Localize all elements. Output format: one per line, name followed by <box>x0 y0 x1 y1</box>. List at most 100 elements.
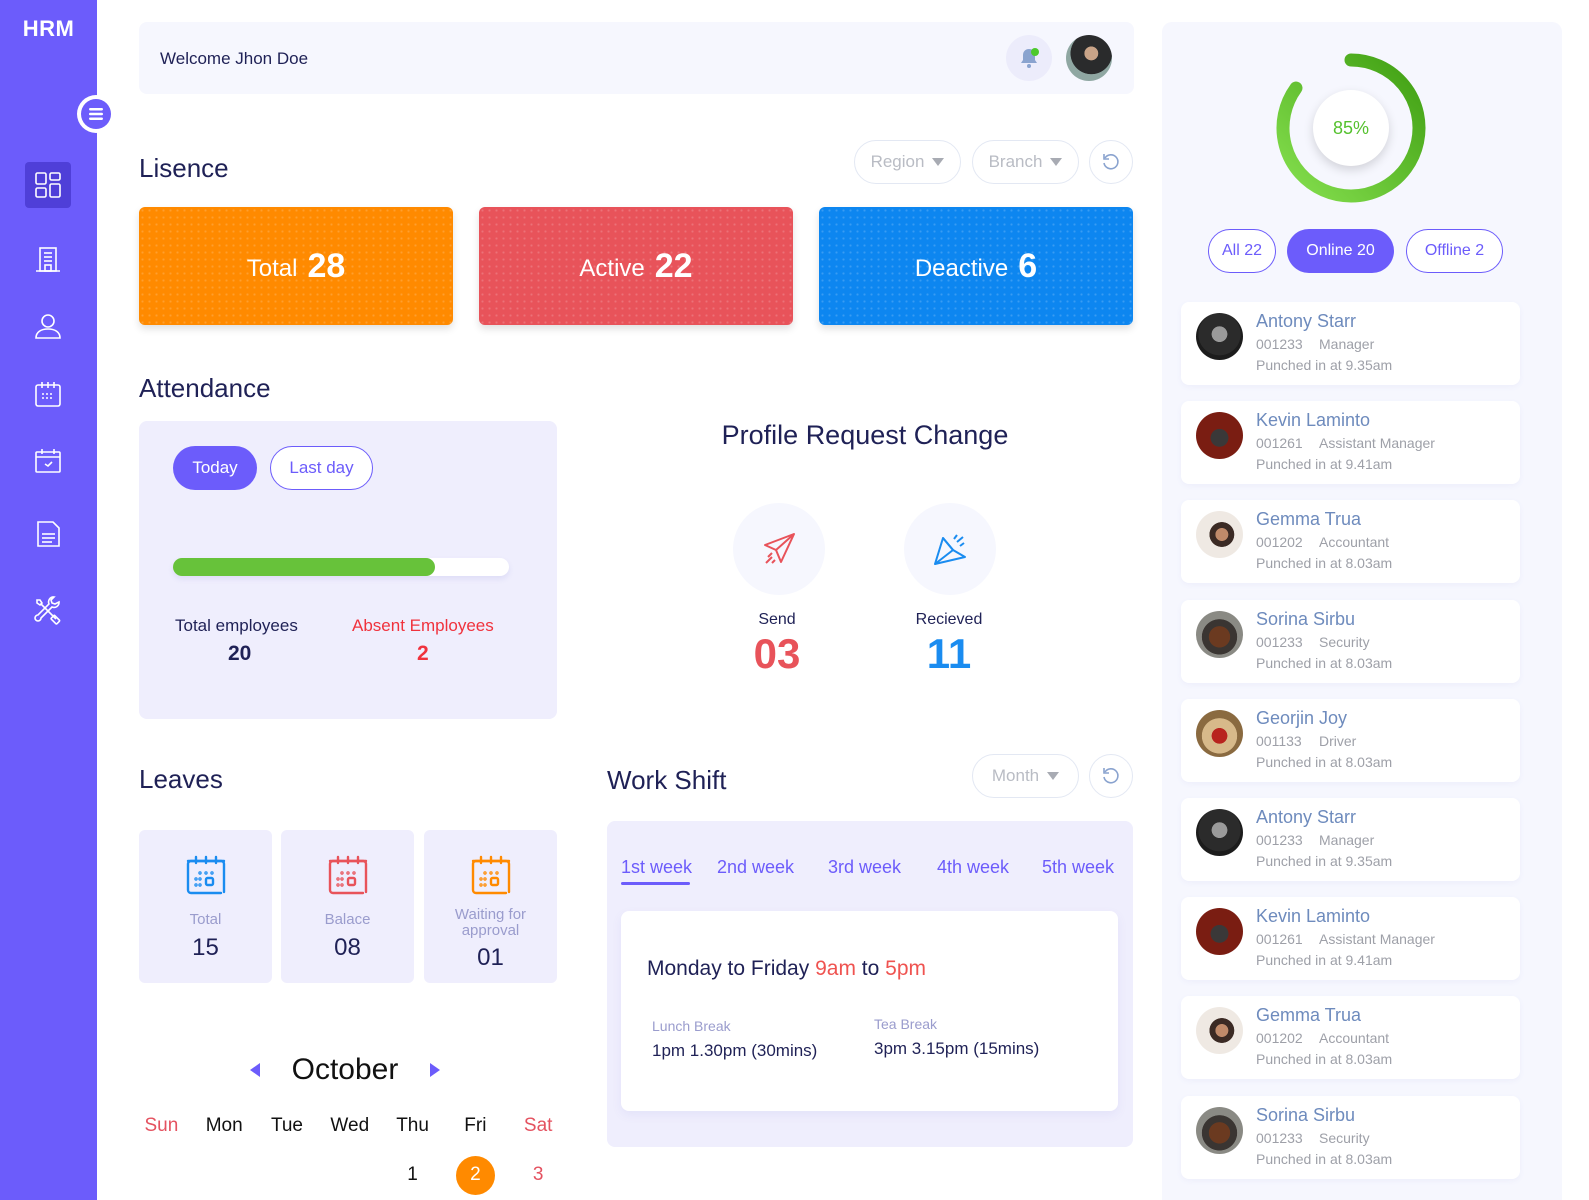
sidebar-item-attendance[interactable] <box>25 438 71 484</box>
calendar-icon <box>35 382 61 407</box>
sidebar-item-employees[interactable] <box>25 303 71 349</box>
branch-select-label: Branch <box>988 152 1043 171</box>
sidebar-item-dashboard[interactable] <box>25 162 71 208</box>
employee-name: Kevin Laminto <box>1256 410 1371 431</box>
licence-deactive-card[interactable]: Deactive 6 <box>819 207 1133 325</box>
employee-name: Georjin Joy <box>1256 707 1348 728</box>
employee-card[interactable]: Antony Starr 001233 Manager Punched in a… <box>1181 798 1520 881</box>
employee-avatar <box>1196 1106 1243 1154</box>
sidebar-item-documents[interactable] <box>25 511 71 557</box>
received-value: 11 <box>926 630 972 677</box>
absent-employees-value: 2 <box>417 642 429 665</box>
employee-punch-time: Punched in at 8.03am <box>1256 1051 1393 1068</box>
next-month-button[interactable] <box>430 1063 440 1077</box>
calendar-check-icon <box>35 449 61 473</box>
employee-name: Gemma Trua <box>1256 1005 1362 1026</box>
licence-active-card[interactable]: Active 22 <box>479 207 793 325</box>
caret-down-icon <box>932 158 945 166</box>
licence-refresh-button[interactable] <box>1089 140 1133 184</box>
employee-card[interactable]: Georjin Joy 001133 Driver Punched in at … <box>1181 698 1520 782</box>
notifications-button[interactable] <box>1006 35 1052 81</box>
employee-role: Driver <box>1319 732 1357 749</box>
licence-card-label: Deactive <box>914 255 1009 282</box>
calendar-day[interactable]: 3 <box>507 1164 570 1186</box>
calendar-day[interactable] <box>318 1164 381 1186</box>
schedule-to: to <box>861 957 880 980</box>
employee-punch-time: Punched in at 9.41am <box>1256 456 1393 473</box>
filter-offline[interactable]: Offline 2 <box>1406 229 1503 273</box>
weekday-label: Sun <box>144 1115 179 1136</box>
sidebar-item-company[interactable] <box>25 236 71 282</box>
previous-month-button[interactable] <box>250 1063 260 1077</box>
user-avatar[interactable] <box>1066 35 1112 81</box>
employee-card[interactable]: Antony Starr 001233 Manager Punched in a… <box>1181 302 1520 385</box>
employee-name: Kevin Laminto <box>1256 906 1371 927</box>
employee-name: Sorina Sirbu <box>1256 1104 1356 1125</box>
paper-plane-received-icon <box>934 534 966 565</box>
calendar-day[interactable]: 1 <box>381 1164 444 1186</box>
licence-total-card[interactable]: Total 28 <box>139 207 453 325</box>
employee-avatar <box>1196 908 1243 956</box>
filter-online[interactable]: Online 20 <box>1287 229 1394 273</box>
attendance-progress-fill <box>173 558 436 576</box>
tea-break-value: 3pm 3.15pm (15mins) <box>874 1039 1040 1058</box>
refresh-icon <box>1103 768 1119 784</box>
leave-card-balance[interactable]: Balace 08 <box>281 830 414 983</box>
leave-card-waiting[interactable]: Waiting for approval 01 <box>424 830 557 983</box>
week-tab-1[interactable]: 1st week <box>621 857 692 878</box>
calendar-week-row: 1 2 3 <box>130 1164 570 1186</box>
hamburger-icon <box>89 108 103 120</box>
send-requests-button[interactable] <box>733 503 825 595</box>
sidebar-item-calendar[interactable] <box>25 372 71 418</box>
branch-select[interactable]: Branch <box>972 140 1079 184</box>
calendar-day[interactable] <box>130 1164 193 1186</box>
dashboard-grid-icon <box>35 172 61 198</box>
document-icon <box>37 521 60 547</box>
employee-name: Gemma Trua <box>1256 509 1362 530</box>
sidebar: HRM <box>0 0 97 1200</box>
attendance-tab-today[interactable]: Today <box>173 446 257 490</box>
attendance-progress-bar <box>173 558 509 576</box>
menu-toggle-button[interactable] <box>77 95 115 133</box>
employee-punch-time: Punched in at 8.03am <box>1256 555 1393 572</box>
employee-card[interactable]: Sorina Sirbu 001233 Security Punched in … <box>1181 1095 1520 1179</box>
welcome-text: Welcome Jhon Doe <box>160 49 309 68</box>
weekday-label: Tue <box>270 1115 304 1136</box>
employee-avatar <box>1196 610 1243 658</box>
week-tab-3[interactable]: 3rd week <box>828 857 901 878</box>
leaves-title: Leaves <box>139 764 223 794</box>
attendance-tab-last-day[interactable]: Last day <box>270 446 373 490</box>
calendar-month-name: October <box>291 1053 399 1086</box>
filter-all[interactable]: All 22 <box>1208 229 1276 273</box>
employee-card[interactable]: Kevin Laminto 001261 Assistant Manager P… <box>1181 401 1520 485</box>
work-shift-refresh-button[interactable] <box>1089 754 1133 798</box>
building-icon <box>36 247 60 272</box>
week-tab-4[interactable]: 4th week <box>937 857 1009 878</box>
employee-card[interactable]: Gemma Trua 001202 Accountant Punched in … <box>1181 500 1520 584</box>
week-tab-2[interactable]: 2nd week <box>717 857 794 878</box>
weekday-label: Wed <box>330 1115 370 1136</box>
received-requests-button[interactable] <box>904 503 996 595</box>
employee-card[interactable]: Kevin Laminto 001261 Assistant Manager P… <box>1181 897 1520 981</box>
employee-role: Assistant Manager <box>1319 931 1435 948</box>
employee-id: 001233 <box>1256 1129 1303 1146</box>
employee-card[interactable]: Gemma Trua 001202 Accountant Punched in … <box>1181 996 1520 1080</box>
employee-role: Security <box>1319 1129 1370 1146</box>
leave-card-value: 08 <box>334 934 361 961</box>
absent-employees-label: Absent Employees <box>352 616 494 635</box>
shift-schedule: Monday to Friday 9am to 5pm <box>647 957 926 981</box>
calendar-day-today[interactable]: 2 <box>444 1164 507 1186</box>
calendar-day[interactable] <box>256 1164 319 1186</box>
region-select[interactable]: Region <box>854 140 961 184</box>
sidebar-item-settings[interactable] <box>25 588 71 634</box>
calendar-day[interactable] <box>193 1164 256 1186</box>
leave-card-total[interactable]: Total 15 <box>139 830 272 983</box>
week-tab-5[interactable]: 5th week <box>1042 857 1114 878</box>
employee-card[interactable]: Sorina Sirbu 001233 Security Punched in … <box>1181 599 1520 683</box>
caret-down-icon <box>1047 772 1060 780</box>
period-select[interactable]: Month <box>972 754 1079 798</box>
leave-card-label: Waiting for approval <box>454 906 527 939</box>
licence-card-label: Active <box>579 255 645 282</box>
licence-card-value: 28 <box>307 246 346 285</box>
employee-id: 001261 <box>1256 931 1303 948</box>
